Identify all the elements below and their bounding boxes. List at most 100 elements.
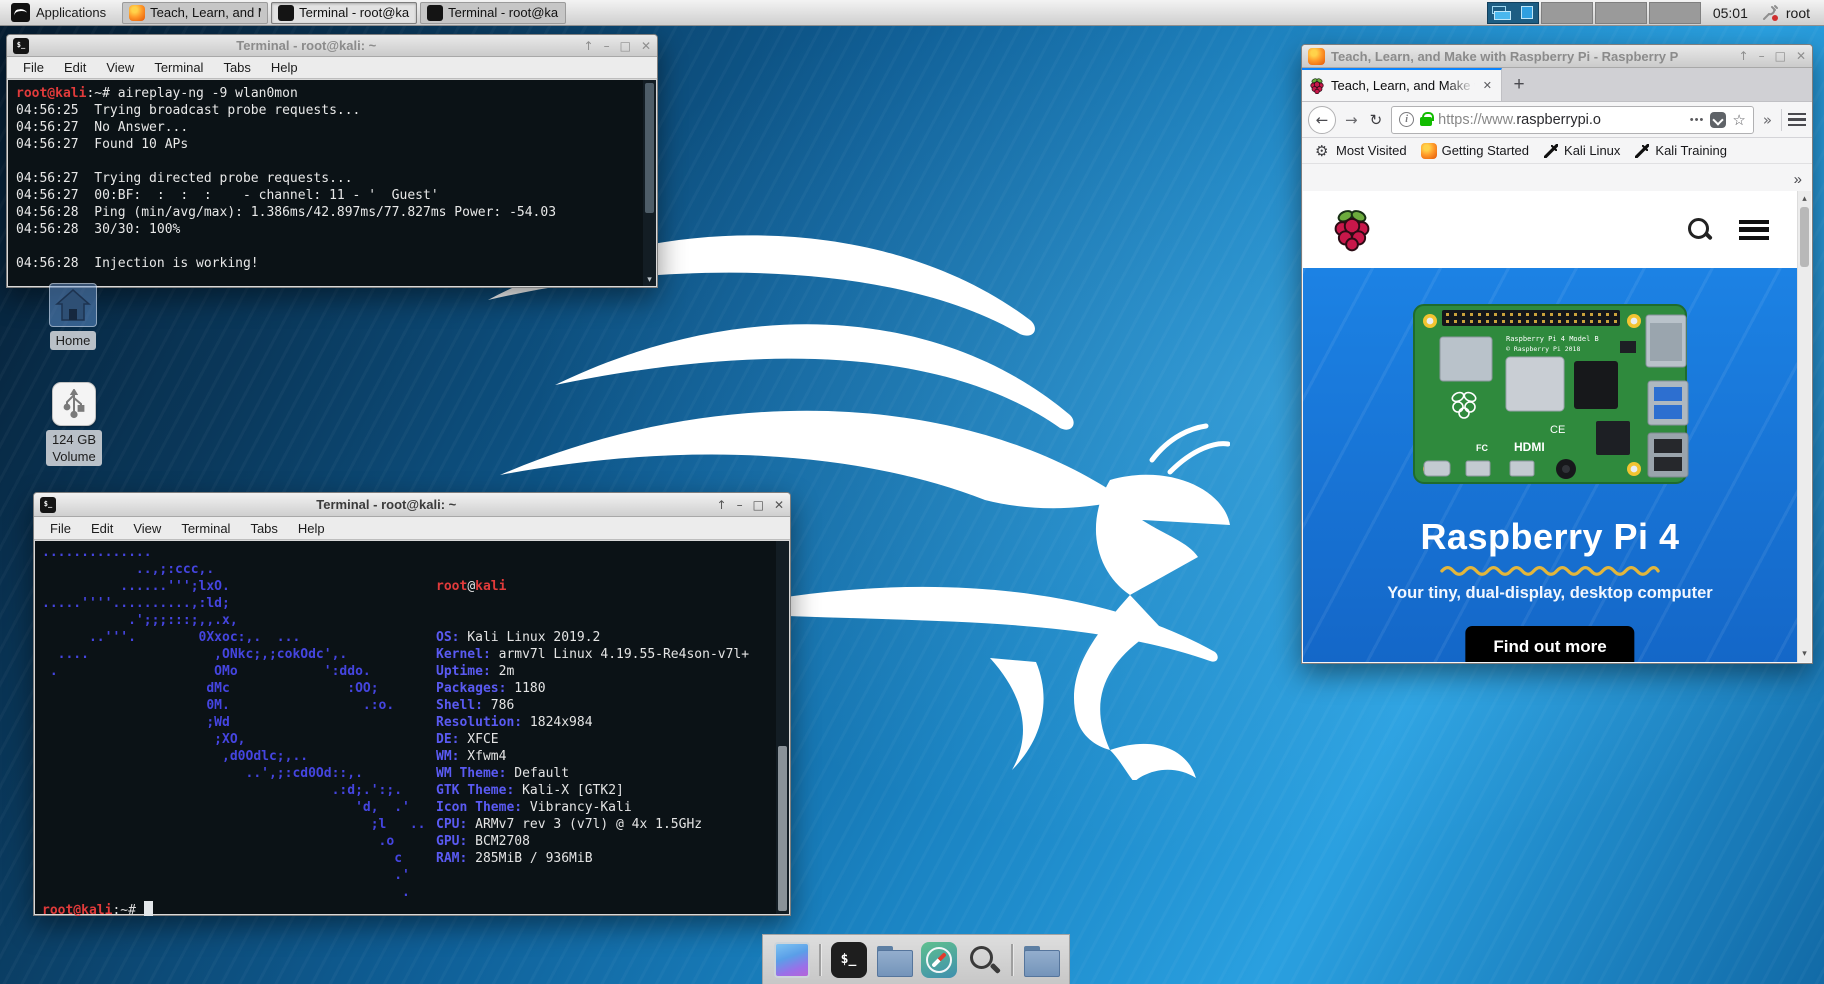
scrollbar-thumb[interactable] — [1800, 207, 1809, 267]
toolbar-separator — [1781, 109, 1782, 131]
secure-lock-icon[interactable] — [1420, 117, 1432, 126]
menu-item[interactable]: File — [40, 521, 81, 536]
terminal1-scrollbar[interactable]: ▾ — [643, 80, 656, 286]
dock-item[interactable] — [921, 942, 957, 978]
dock-item-glyph: $_ — [841, 952, 857, 967]
bookmark-label: Kali Training — [1655, 143, 1727, 158]
back-button[interactable]: ← — [1308, 106, 1336, 134]
menu-item[interactable]: Terminal — [171, 521, 240, 536]
minimize-button[interactable]: – — [604, 36, 610, 56]
terminal1-content[interactable]: root@kali:~# aireplay-ng -9 wlan0mon04:5… — [8, 80, 656, 286]
menu-item[interactable]: Tabs — [240, 521, 287, 536]
neofetch-info: root@kali OS: Kali Linux 2019.2Kernel: a… — [436, 544, 749, 901]
close-button[interactable]: ✕ — [774, 495, 784, 515]
site-search-icon[interactable] — [1687, 217, 1713, 243]
page-actions-icon[interactable]: ••• — [1690, 114, 1705, 126]
menu-item[interactable]: Edit — [54, 60, 96, 75]
bookmark-item[interactable]: Kali Training — [1629, 141, 1732, 161]
taskbar-button[interactable]: Teach, Learn, and Make ... — [122, 2, 268, 24]
dock-item[interactable]: $_ — [831, 942, 867, 978]
find-out-more-button[interactable]: Find out more — [1465, 626, 1634, 662]
page-scrollbar[interactable]: ▴ ▾ — [1797, 191, 1811, 662]
tab-close-icon[interactable]: ✕ — [1481, 77, 1494, 94]
bookmark-icon — [1421, 143, 1437, 159]
browser-tab[interactable]: Teach, Learn, and Make w ✕ — [1302, 68, 1502, 101]
reload-button[interactable]: ↻ — [1367, 111, 1386, 129]
terminal-window-1[interactable]: $_ Terminal - root@kali: ~ ↑ – □ ✕ FileE… — [6, 34, 658, 288]
bookmark-item[interactable]: Most Visited — [1310, 141, 1412, 161]
bookmark-item[interactable]: Getting Started — [1416, 141, 1534, 161]
terminal2-content[interactable]: .............. ..,;:ccc,. ......''';lxO.… — [35, 541, 789, 914]
applications-menu-button[interactable]: Applications — [3, 2, 114, 24]
menu-item[interactable]: View — [123, 521, 171, 536]
dock-item[interactable] — [966, 942, 1002, 978]
forward-button[interactable]: → — [1342, 111, 1361, 129]
svg-text:FC: FC — [1476, 443, 1488, 453]
dock-item[interactable] — [876, 942, 912, 978]
dock-item[interactable] — [1023, 942, 1059, 978]
close-button[interactable]: ✕ — [641, 36, 651, 56]
url-text[interactable]: https://www.raspberrypi.o — [1438, 112, 1684, 128]
home-icon — [55, 288, 91, 322]
terminal2-scrollbar[interactable] — [776, 541, 789, 914]
bookmark-item[interactable]: Kali Linux — [1538, 141, 1625, 161]
menu-item[interactable]: Help — [288, 521, 335, 536]
terminal-window-2[interactable]: $_ Terminal - root@kali: ~ ↑ – □ ✕ FileE… — [33, 492, 791, 916]
taskbar-button[interactable]: Terminal - root@kali: ~ — [271, 2, 417, 24]
taskbar-button[interactable]: Terminal - root@kali: ~ — [420, 2, 566, 24]
bookmarks-bar: Most Visited Getting Started Kali Linux … — [1302, 138, 1812, 164]
maximize-button[interactable]: □ — [753, 495, 764, 515]
scrollbar-thumb[interactable] — [645, 83, 654, 213]
scroll-down-icon[interactable]: ▾ — [643, 274, 656, 286]
menu-item[interactable]: File — [13, 60, 54, 75]
pocket-icon[interactable] — [1710, 112, 1726, 128]
url-bar[interactable]: i https://www.raspberrypi.o ••• ☆ — [1391, 106, 1754, 134]
maximize-button[interactable]: □ — [1775, 46, 1786, 66]
raspberry-pi-logo[interactable] — [1331, 204, 1373, 256]
neofetch-info-line: Uptime: 2m — [436, 663, 749, 680]
neofetch-info-line: Icon Theme: Vibrancy-Kali — [436, 799, 749, 816]
desktop-icon-volume[interactable]: 124 GBVolume — [29, 382, 119, 466]
shade-button[interactable]: ↑ — [1739, 46, 1749, 66]
scroll-up-icon[interactable]: ▴ — [1798, 192, 1811, 206]
bookmarks-overflow-icon[interactable]: » — [1794, 171, 1802, 188]
firefox-titlebar[interactable]: Teach, Learn, and Make with Raspberry Pi… — [1302, 45, 1812, 68]
shade-button[interactable]: ↑ — [717, 495, 727, 515]
menu-item[interactable]: Help — [261, 60, 308, 75]
dock-item[interactable] — [774, 942, 810, 978]
bookmark-label: Most Visited — [1336, 143, 1407, 158]
menu-item[interactable]: Edit — [81, 521, 123, 536]
neofetch-info-line: Kernel: armv7l Linux 4.19.55-Re4son-v7l+ — [436, 646, 749, 663]
site-info-icon[interactable]: i — [1399, 112, 1414, 127]
clock[interactable]: 05:01 — [1707, 5, 1754, 21]
new-tab-button[interactable]: + — [1502, 68, 1536, 101]
menu-item[interactable]: View — [96, 60, 144, 75]
bookmark-star-icon[interactable]: ☆ — [1732, 111, 1745, 129]
menu-item[interactable]: Terminal — [144, 60, 213, 75]
power-plug-icon[interactable] — [1760, 3, 1780, 23]
overflow-menu-icon[interactable]: » — [1760, 111, 1775, 129]
desktop-icon-home[interactable]: Home — [28, 283, 118, 350]
maximize-button[interactable]: □ — [620, 36, 631, 56]
menu-item[interactable]: Tabs — [213, 60, 260, 75]
workspace-2[interactable] — [1541, 2, 1593, 24]
site-menu-icon[interactable] — [1739, 220, 1769, 240]
raspberry-pi-4-board-image: Raspberry Pi 4 Model B © Raspberry Pi 20… — [1410, 301, 1690, 487]
workspace-3[interactable] — [1595, 2, 1647, 24]
scrollbar-thumb[interactable] — [778, 746, 787, 911]
minimize-button[interactable]: – — [737, 495, 743, 515]
minimize-button[interactable]: – — [1759, 46, 1765, 66]
username-label: root — [1786, 5, 1816, 21]
terminal1-titlebar[interactable]: $_ Terminal - root@kali: ~ ↑ – □ ✕ — [7, 35, 657, 57]
firefox-window[interactable]: Teach, Learn, and Make with Raspberry Pi… — [1301, 44, 1813, 664]
dock-item[interactable] — [1011, 944, 1014, 976]
workspace-1[interactable] — [1487, 2, 1539, 24]
shade-button[interactable]: ↑ — [584, 36, 594, 56]
terminal2-titlebar[interactable]: $_ Terminal - root@kali: ~ ↑ – □ ✕ — [34, 493, 790, 517]
dock-item[interactable] — [819, 944, 822, 976]
bookmark-label: Kali Linux — [1564, 143, 1620, 158]
browser-menu-icon[interactable] — [1788, 113, 1806, 126]
scroll-down-icon[interactable]: ▾ — [1798, 647, 1811, 661]
close-button[interactable]: ✕ — [1796, 46, 1806, 66]
workspace-4[interactable] — [1649, 2, 1701, 24]
